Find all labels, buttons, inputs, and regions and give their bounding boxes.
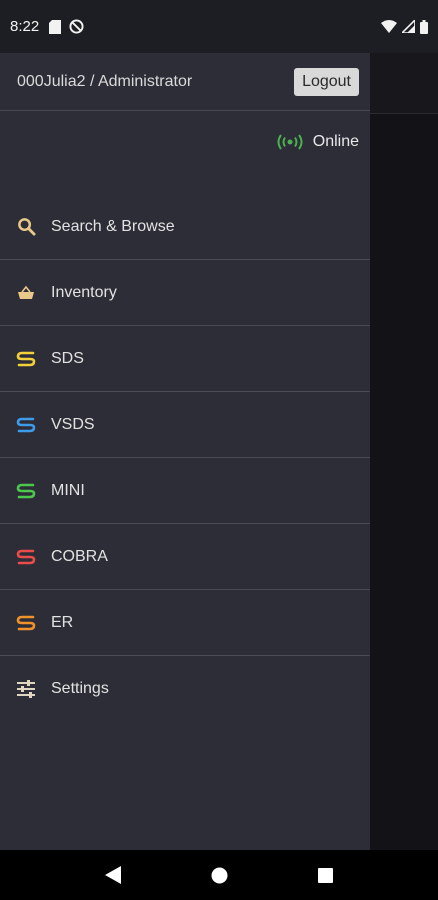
- basket-icon: [18, 285, 34, 299]
- menu-item-label: COBRA: [51, 547, 108, 565]
- status-time: 8:22: [10, 18, 40, 35]
- status-online-label: Online: [312, 133, 359, 150]
- menu-item-er[interactable]: ER: [0, 590, 370, 656]
- menu-item-sds[interactable]: SDS: [0, 326, 370, 392]
- menu-item-label: MINI: [51, 481, 85, 499]
- menu-item-search-browse[interactable]: Search & Browse: [0, 194, 370, 260]
- s-logo-icon: [16, 549, 36, 564]
- battery-icon: [420, 19, 428, 34]
- menu-item-settings[interactable]: Settings: [0, 656, 370, 722]
- menu-item-cobra[interactable]: COBRA: [0, 524, 370, 590]
- wifi-icon: [381, 20, 397, 33]
- s-logo-icon: [16, 615, 36, 630]
- sd-card-icon: [49, 19, 62, 34]
- menu-item-label: ER: [51, 613, 74, 631]
- broadcast-icon: [277, 134, 303, 150]
- recents-icon[interactable]: [318, 867, 333, 883]
- search-icon: [17, 218, 36, 236]
- navigation-drawer: 000Julia2 / Administrator Logout Online …: [0, 53, 370, 850]
- do-not-disturb-icon: [69, 19, 84, 34]
- back-icon[interactable]: [105, 866, 121, 884]
- logout-button[interactable]: Logout: [294, 67, 359, 96]
- menu-item-label: Search & Browse: [51, 217, 175, 235]
- menu-item-vsds[interactable]: VSDS: [0, 392, 370, 458]
- s-logo-icon: [16, 351, 36, 366]
- sliders-icon: [17, 680, 35, 698]
- menu-item-label: VSDS: [51, 415, 95, 433]
- menu-item-mini[interactable]: MINI: [0, 458, 370, 524]
- home-icon[interactable]: [211, 867, 228, 884]
- drawer-menu: Search & Browse Inventory SDS VSDS MINI …: [0, 194, 370, 722]
- status-bar: 8:22: [0, 0, 438, 53]
- s-logo-icon: [16, 483, 36, 498]
- menu-item-inventory[interactable]: Inventory: [0, 260, 370, 326]
- background-app: [370, 53, 438, 850]
- menu-item-label: Settings: [51, 680, 109, 697]
- menu-item-label: Inventory: [51, 283, 117, 301]
- connection-status: Online: [0, 111, 370, 173]
- menu-item-label: SDS: [51, 349, 84, 367]
- drawer-header: 000Julia2 / Administrator Logout: [0, 53, 370, 111]
- cell-signal-icon: [402, 20, 415, 33]
- user-label: 000Julia2 / Administrator: [17, 72, 193, 90]
- navigation-bar: [0, 850, 438, 900]
- s-logo-icon: [16, 417, 36, 432]
